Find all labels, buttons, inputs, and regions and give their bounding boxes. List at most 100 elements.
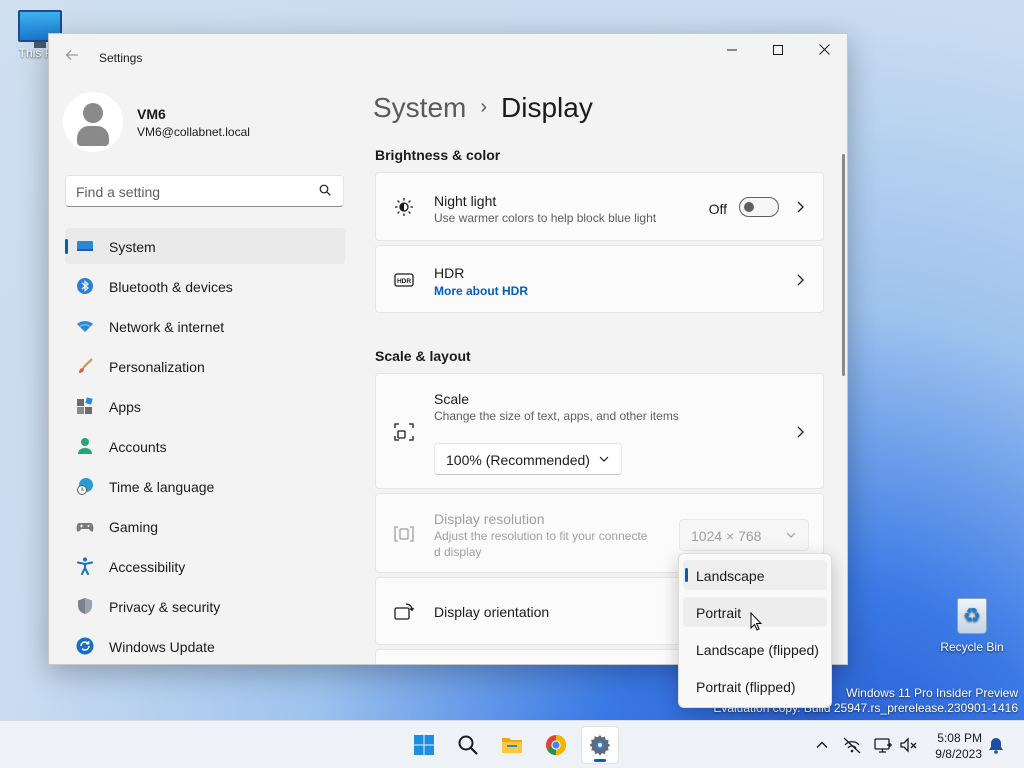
notification-bell-icon[interactable] — [986, 735, 1006, 755]
chrome-icon — [546, 734, 567, 756]
close-button[interactable] — [801, 34, 847, 66]
system-icon — [77, 241, 93, 251]
globe-clock-icon — [77, 478, 93, 495]
back-button[interactable] — [61, 48, 83, 68]
night-light-subtitle: Use warmer colors to help block blue lig… — [434, 211, 657, 225]
search-icon — [319, 184, 331, 196]
resolution-icon — [394, 526, 414, 542]
sidebar-nav: System Bluetooth & devices Network & int… — [65, 228, 345, 664]
clock-time: 5:08 PM — [937, 731, 982, 745]
orientation-option-landscape[interactable]: Landscape — [683, 560, 827, 590]
sidebar-item-time-language[interactable]: Time & language — [65, 468, 345, 504]
chevron-up-icon[interactable] — [812, 735, 832, 755]
start-button[interactable] — [406, 727, 442, 763]
hdr-card[interactable]: HDR HDR More about HDR — [375, 245, 824, 313]
sidebar-item-label: Gaming — [109, 519, 159, 535]
chrome-button[interactable] — [538, 727, 574, 763]
sidebar-item-label: Apps — [109, 399, 141, 415]
night-light-title: Night light — [434, 193, 497, 209]
sidebar-item-privacy[interactable]: Privacy & security — [65, 588, 345, 624]
display-resolution-title: Display resolution — [434, 511, 545, 527]
display-icon[interactable] — [873, 735, 893, 755]
avatar — [63, 92, 123, 152]
svg-text:HDR: HDR — [397, 278, 411, 285]
taskbar-clock[interactable]: 5:08 PM 9/8/2023 — [928, 730, 982, 762]
taskbar: 5:08 PM 9/8/2023 — [0, 720, 1024, 768]
brush-icon — [79, 358, 93, 373]
file-explorer-button[interactable] — [494, 727, 530, 763]
search-input[interactable] — [76, 183, 306, 200]
more-about-hdr-link[interactable]: More about HDR — [434, 284, 528, 298]
sidebar-item-accounts[interactable]: Accounts — [65, 428, 345, 464]
gamepad-icon — [76, 523, 94, 532]
bluetooth-icon — [77, 278, 93, 294]
sidebar-item-label: Accessibility — [109, 559, 186, 575]
taskbar-search-button[interactable] — [450, 727, 486, 763]
orientation-option-label: Portrait (flipped) — [696, 679, 796, 695]
night-light-card[interactable]: Night light Use warmer colors to help bl… — [375, 172, 824, 241]
sidebar-item-label: Personalization — [109, 359, 205, 375]
search-box[interactable] — [65, 175, 344, 207]
minimize-button[interactable] — [709, 34, 755, 66]
sidebar-item-accessibility[interactable]: Accessibility — [65, 548, 345, 584]
scale-dropdown-value: 100% (Recommended) — [446, 452, 590, 468]
chevron-down-icon — [599, 456, 609, 462]
chevron-down-icon — [786, 532, 796, 538]
recycle-bin-icon: ♻ — [957, 598, 987, 634]
sidebar-item-windows-update[interactable]: Windows Update — [65, 628, 345, 664]
minimize-icon — [727, 49, 737, 51]
shield-icon — [78, 598, 92, 614]
volume-mute-icon[interactable] — [899, 735, 919, 755]
scale-icon — [394, 423, 414, 441]
night-light-icon — [395, 198, 413, 216]
title-bar[interactable]: Settings — [49, 34, 847, 82]
desktop-icon-recycle-bin[interactable]: ♻ Recycle Bin — [940, 598, 1004, 654]
section-title-brightness: Brightness & color — [375, 147, 501, 163]
display-orientation-title: Display orientation — [434, 604, 550, 620]
orientation-option-portrait-flipped[interactable]: Portrait (flipped) — [683, 671, 827, 701]
orientation-option-label: Landscape — [696, 568, 765, 584]
file-explorer-icon — [502, 738, 522, 753]
apps-icon — [77, 397, 93, 414]
settings-taskbar-button[interactable] — [582, 727, 618, 763]
orientation-option-label: Landscape (flipped) — [696, 642, 819, 658]
content-scrollbar[interactable] — [842, 154, 845, 376]
orientation-option-label: Portrait — [696, 605, 742, 621]
update-icon — [76, 637, 94, 655]
accounts-icon — [78, 438, 92, 454]
network-off-icon[interactable] — [842, 735, 862, 755]
night-light-toggle[interactable] — [739, 197, 779, 217]
settings-icon — [589, 735, 611, 756]
display-resolution-subtitle-line1: Adjust the resolution to fit your connec… — [434, 529, 648, 543]
breadcrumb-separator: › — [480, 96, 488, 118]
scale-card[interactable]: Scale Change the size of text, apps, and… — [375, 373, 824, 489]
sidebar-item-apps[interactable]: Apps — [65, 388, 345, 424]
resolution-dropdown-value: 1024 × 768 — [691, 528, 762, 544]
sidebar-item-label: Privacy & security — [109, 599, 221, 615]
scale-title: Scale — [434, 391, 470, 407]
sidebar-item-personalization[interactable]: Personalization — [65, 348, 345, 384]
maximize-icon — [773, 45, 783, 55]
sidebar-item-label: Time & language — [109, 479, 215, 495]
sidebar-item-label: Accounts — [109, 439, 167, 455]
start-icon — [414, 735, 434, 755]
sidebar-item-network[interactable]: Network & internet — [65, 308, 345, 344]
breadcrumb: System › Display — [373, 92, 593, 124]
sidebar-item-system[interactable]: System — [65, 228, 345, 264]
orientation-option-landscape-flipped[interactable]: Landscape (flipped) — [683, 634, 827, 664]
sidebar-item-label: Network & internet — [109, 319, 225, 335]
night-light-toggle-state: Off — [708, 201, 727, 217]
hdr-icon: HDR — [394, 273, 414, 287]
sidebar-item-label: System — [109, 239, 156, 255]
scale-dropdown[interactable]: 100% (Recommended) — [434, 443, 622, 475]
sidebar-item-bluetooth[interactable]: Bluetooth & devices — [65, 268, 345, 304]
sidebar-item-gaming[interactable]: Gaming — [65, 508, 345, 544]
breadcrumb-parent[interactable]: System — [373, 92, 466, 123]
close-icon — [818, 44, 830, 55]
chevron-right-icon — [797, 426, 804, 438]
back-arrow-icon — [65, 50, 78, 60]
maximize-button[interactable] — [755, 34, 801, 66]
chevron-right-icon — [797, 201, 804, 213]
sidebar-item-label: Bluetooth & devices — [109, 279, 233, 295]
recycle-bin-label: Recycle Bin — [940, 640, 1004, 654]
